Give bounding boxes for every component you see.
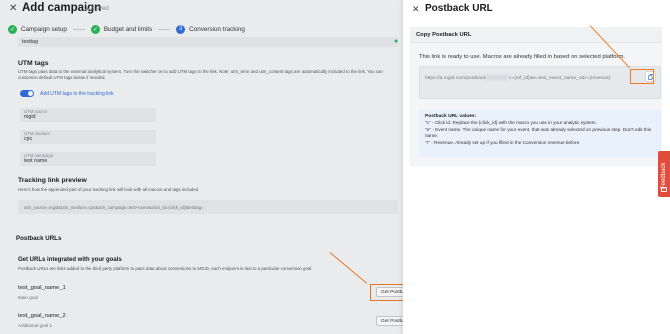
value-item-e: "e" - Event name. The unique name for yo… — [425, 126, 652, 139]
postback-url-drawer: ✕ Postback URL Copy Postback URL This li… — [403, 0, 670, 334]
feedback-label: Feedback — [661, 162, 667, 189]
chat-icon — [661, 187, 667, 192]
value-item-r: "r" - Revenue. Already set up if you fil… — [425, 139, 581, 145]
drawer-title: Postback URL — [425, 3, 493, 14]
copy-postback-panel: Copy Postback URL This link is ready to … — [410, 27, 662, 167]
annotation-highlight — [630, 69, 654, 84]
postback-values-box: Postback URL values: "c" - Click id. Rep… — [419, 109, 661, 157]
overlay — [0, 0, 403, 334]
close-icon[interactable]: ✕ — [412, 5, 420, 14]
url-redacted — [486, 75, 509, 80]
ready-text: This link is ready to use. Macros are al… — [419, 54, 625, 60]
postback-url-field[interactable]: https://a.mgid.com/postback c={ref_id}&e=… — [419, 66, 661, 99]
url-suffix: c={ref_id}&e=test_event_name_1&r={revenu… — [508, 75, 611, 81]
postback-url-text: https://a.mgid.com/postback c={ref_id}&e=… — [425, 75, 610, 81]
values-title: Postback URL values: — [425, 114, 477, 119]
feedback-tab[interactable]: Feedback — [658, 151, 670, 197]
copy-postback-title: Copy Postback URL — [410, 27, 662, 43]
url-prefix: https://a.mgid.com/postback — [425, 75, 486, 81]
